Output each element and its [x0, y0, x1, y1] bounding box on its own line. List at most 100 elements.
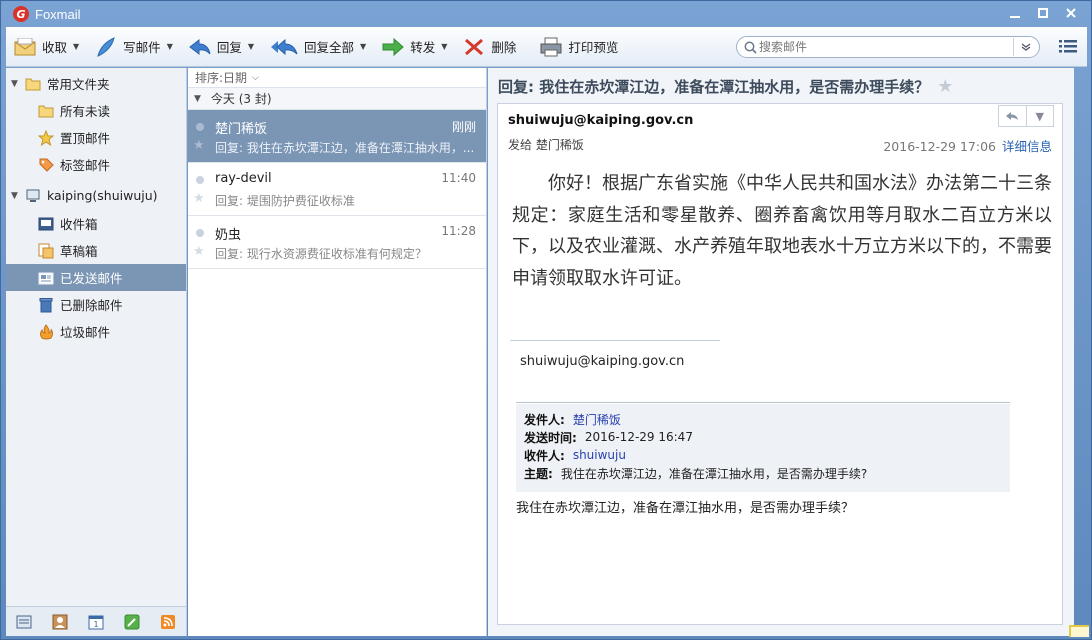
folder-icon: [25, 76, 41, 92]
collapse-triangle-icon[interactable]: ▼: [11, 191, 21, 201]
folder-sidebar: ▼ 常用文件夹 所有未读 置顶邮件 标签邮件 ▼ kaiping(shuiwuj…: [6, 68, 187, 636]
search-box[interactable]: [736, 36, 1040, 58]
notes-icon[interactable]: [123, 613, 141, 631]
reply-all-button[interactable]: 回复全部 ▼: [262, 31, 374, 63]
search-input[interactable]: [759, 40, 1009, 54]
forward-arrow-icon: [382, 36, 404, 58]
unread-dot-icon[interactable]: [196, 123, 204, 131]
sidebar-item-drafts[interactable]: 草稿箱: [6, 237, 186, 264]
quick-reply-control: ▼: [998, 105, 1054, 127]
envelope-icon: [14, 36, 36, 58]
quoted-body-text: 我住在赤坎潭江边，准备在潭江抽水用，是否需办理手续？: [516, 501, 855, 516]
trash-icon: [38, 297, 54, 313]
search-options-chevron-icon[interactable]: [1013, 38, 1037, 56]
quote-divider: [516, 402, 1010, 403]
chevron-down-icon[interactable]: ▼: [167, 42, 173, 51]
list-item[interactable]: ★ ray-devil 11:40 回复: 堤围防护费征收标准: [188, 163, 486, 216]
chevron-down-icon[interactable]: ▼: [73, 42, 79, 51]
star-icon[interactable]: ★: [193, 191, 205, 206]
account-group[interactable]: ▼ kaiping(shuiwuju): [6, 182, 186, 209]
tag-icon: [38, 157, 54, 173]
delete-button[interactable]: 删除: [455, 31, 524, 63]
inbox-icon: [38, 216, 54, 232]
sort-selector[interactable]: 排序:日期 ⌵: [188, 68, 486, 88]
sidebar-item-label: 置顶邮件: [60, 131, 111, 146]
quote-sender[interactable]: 楚门稀饭: [573, 411, 621, 428]
star-icon[interactable]: ★: [937, 76, 953, 97]
mail-subject: 回复: 现行水资源费征收标准有何规定？: [215, 247, 427, 261]
sidebar-item-inbox[interactable]: 收件箱: [6, 210, 186, 237]
sidebar-item-tagged[interactable]: 标签邮件: [6, 151, 186, 178]
group-label: 今天 (3 封): [210, 92, 272, 106]
unread-dot-icon[interactable]: [196, 229, 204, 237]
compose-button[interactable]: 写邮件 ▼: [87, 31, 181, 63]
common-folder-group[interactable]: ▼ 常用文件夹: [6, 70, 186, 97]
chevron-down-icon[interactable]: ▼: [360, 42, 366, 51]
chevron-down-icon: ⌵: [252, 72, 259, 83]
collapse-triangle-icon[interactable]: ▼: [11, 79, 21, 89]
sent-mail-icon: [38, 270, 54, 286]
contacts-icon[interactable]: [51, 613, 69, 631]
unread-dot-icon[interactable]: [196, 176, 204, 184]
quote-to[interactable]: shuiwuju: [573, 448, 626, 462]
folder-icon: [38, 103, 54, 119]
star-icon[interactable]: ★: [193, 244, 205, 259]
window-controls: [1003, 4, 1083, 22]
toolbar: 收取 ▼ 写邮件 ▼ 回复 ▼ 回复全部 ▼ 转发 ▼ 删除 打印预览 搜索邮件: [6, 27, 1087, 67]
reply-button[interactable]: 回复 ▼: [181, 31, 262, 63]
quote-sender-row: 发件人: 楚门稀饭: [524, 410, 1002, 428]
junk-flame-icon: [38, 323, 54, 340]
collapse-triangle-icon[interactable]: ▼: [194, 94, 201, 104]
sidebar-item-label: 已发送邮件: [60, 271, 123, 286]
message-title: 回复: 我住在赤坎潭江边，准备在潭江抽水用，是否需办理手续？ ★: [498, 76, 953, 97]
main-menu-icon[interactable]: [1059, 38, 1077, 56]
printer-icon: [540, 36, 562, 58]
sidebar-item-sent[interactable]: 已发送邮件: [6, 264, 186, 291]
sidebar-item-all-unread[interactable]: 所有未读: [6, 97, 186, 124]
reading-pane: 回复: 我住在赤坎潭江边，准备在潭江抽水用，是否需办理手续？ ★ ▼ shuiw…: [488, 68, 1074, 636]
quote-sender-label: 发件人:: [524, 412, 565, 427]
sidebar-item-label: 已删除邮件: [60, 298, 123, 313]
maximize-icon[interactable]: [1031, 4, 1055, 22]
print-preview-button[interactable]: 打印预览: [532, 31, 626, 63]
chevron-down-icon[interactable]: ▼: [1027, 106, 1054, 126]
star-icon: [38, 129, 54, 146]
rss-feed-icon[interactable]: [159, 613, 177, 631]
mail-view-icon[interactable]: [15, 613, 33, 631]
star-icon[interactable]: ★: [193, 138, 205, 153]
quote-time: 2016-12-29 16:47: [584, 430, 693, 444]
compose-label: 写邮件: [123, 40, 161, 55]
sidebar-item-junk[interactable]: 垃圾邮件: [6, 318, 186, 345]
reply-all-label: 回复全部: [304, 40, 355, 55]
foxmail-logo-icon: G: [13, 6, 29, 22]
svg-text:1: 1: [93, 620, 98, 629]
mail-time: 11:40: [441, 171, 476, 185]
quote-time-row: 发送时间: 2016-12-29 16:47: [524, 428, 1002, 446]
quote-subject-row: 主题: 我住在赤坎潭江边，准备在潭江抽水用，是否需办理手续?: [524, 464, 1002, 482]
account-computer-icon: [25, 188, 41, 204]
mail-sender: 楚门稀饭: [215, 122, 268, 137]
title-bar: G Foxmail: [1, 1, 1091, 27]
window-title: Foxmail: [35, 6, 81, 22]
receive-button[interactable]: 收取 ▼: [6, 31, 87, 63]
sidebar-item-pinned[interactable]: 置顶邮件: [6, 124, 186, 151]
message-body-text: 你好！根据广东省实施《中华人民共和国水法》办法第二十三条规定：家庭生活和零星散养…: [512, 173, 1052, 289]
delete-x-icon: [463, 36, 485, 58]
minimize-icon[interactable]: [1003, 4, 1027, 22]
list-item[interactable]: ★ 奶虫 11:28 回复: 现行水资源费征收标准有何规定？: [188, 216, 486, 269]
chevron-down-icon[interactable]: ▼: [441, 42, 447, 51]
list-item[interactable]: ★ 楚门稀饭 刚刚 回复: 我住在赤坎潭江边，准备在潭江抽水用，...: [188, 110, 486, 163]
resize-grip-icon[interactable]: [1069, 625, 1089, 637]
sidebar-item-deleted[interactable]: 已删除邮件: [6, 291, 186, 318]
details-link[interactable]: 详细信息: [1002, 139, 1052, 154]
calendar-icon[interactable]: 1: [87, 613, 105, 631]
forward-button[interactable]: 转发 ▼: [374, 31, 455, 63]
chevron-down-icon[interactable]: ▼: [248, 42, 254, 51]
quote-subject-label: 主题:: [524, 466, 553, 481]
delete-label: 删除: [491, 40, 517, 55]
reply-arrow-icon[interactable]: [999, 106, 1027, 126]
date-group-header[interactable]: ▼ 今天 (3 封): [188, 88, 486, 110]
message-date: 2016-12-29 17:06: [883, 139, 996, 154]
close-icon[interactable]: [1059, 4, 1083, 22]
receive-label: 收取: [42, 40, 68, 55]
